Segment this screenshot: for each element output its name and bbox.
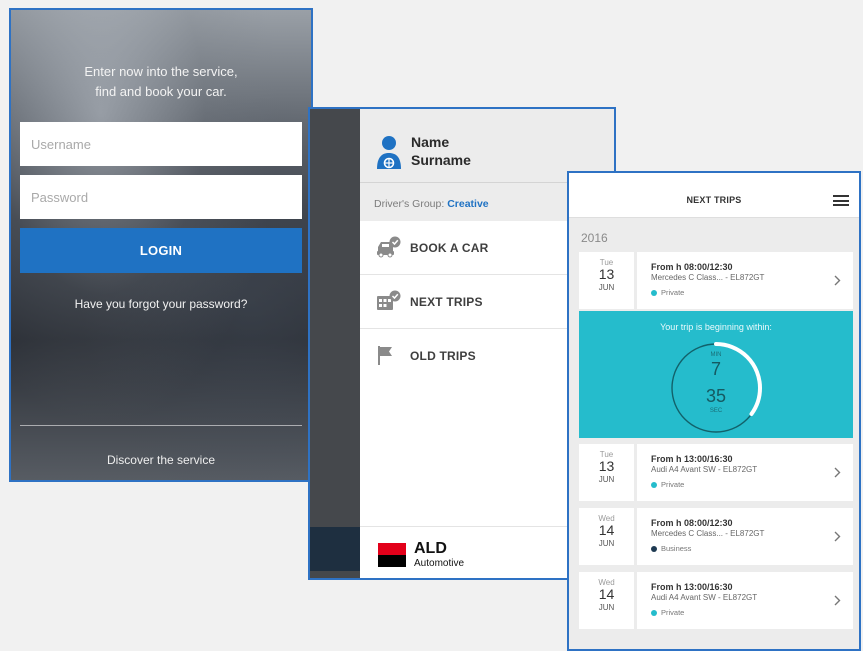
trip-row[interactable]: Tue 13 JUN From h 08:00/12:30 Mercedes C… (579, 252, 853, 309)
menu-item-label: OLD TRIPS (410, 349, 476, 363)
chevron-right-icon (834, 275, 841, 286)
menu-item-label: NEXT TRIPS (410, 295, 483, 309)
trip-day: 13 (598, 458, 615, 474)
forgot-password-link[interactable]: Have you forgot your password? (11, 297, 311, 311)
hamburger-menu-icon[interactable] (833, 195, 849, 206)
trip-type-label: Business (661, 544, 692, 553)
trip-info: From h 13:00/16:30 Audi A4 Avant SW - EL… (637, 444, 853, 501)
password-input[interactable] (20, 175, 302, 219)
trip-type: Private (651, 288, 684, 297)
login-intro-line-1: Enter now into the service, (84, 64, 238, 79)
trip-month: JUN (598, 283, 615, 292)
trip-info: From h 13:00/16:30 Audi A4 Avant SW - EL… (637, 572, 853, 629)
login-button[interactable]: LOGIN (20, 228, 302, 273)
ald-logo-black-band (378, 555, 406, 567)
trip-row[interactable]: Wed 14 JUN From h 08:00/12:30 Mercedes C… (579, 508, 853, 565)
discover-service-link[interactable]: Discover the service (11, 453, 311, 467)
calendar-check-icon (377, 290, 401, 310)
trip-type-label: Private (661, 480, 685, 489)
ald-logo-red-band (378, 543, 406, 555)
trip-time: From h 08:00/12:30 (651, 262, 733, 272)
chevron-right-icon (834, 531, 841, 542)
car-check-icon (377, 236, 401, 258)
ald-logo-icon (378, 543, 406, 567)
trip-date: Tue 13 JUN (579, 252, 634, 309)
menu-overlay-strip[interactable] (310, 109, 360, 578)
driver-group-label: Driver's Group: (374, 198, 445, 210)
trips-header: NEXT TRIPS (569, 173, 859, 218)
trip-row[interactable]: Wed 14 JUN From h 13:00/16:30 Audi A4 Av… (579, 572, 853, 629)
business-dot-icon (651, 546, 657, 553)
trip-row[interactable]: Tue 13 JUN From h 13:00/16:30 Audi A4 Av… (579, 444, 853, 501)
trip-car: Mercedes C Class... - EL872GT (651, 273, 765, 282)
menu-overlay-strip-footer (310, 527, 360, 571)
trip-day: 13 (598, 266, 615, 282)
trip-date: Wed 14 JUN (579, 508, 634, 565)
profile-name: Name Surname (411, 133, 471, 169)
trip-day: 14 (598, 586, 615, 602)
next-trips-screen: NEXT TRIPS 2016 Tue 13 JUN From h 08:00/… (567, 171, 861, 651)
trip-time: From h 13:00/16:30 (651, 454, 733, 464)
login-screen: Enter now into the service, find and boo… (9, 8, 313, 482)
login-intro-text: Enter now into the service, find and boo… (11, 62, 311, 102)
username-input[interactable] (20, 122, 302, 166)
chevron-right-icon (834, 467, 841, 478)
profile-last-name: Surname (411, 152, 471, 168)
private-dot-icon (651, 610, 657, 617)
trip-type: Private (651, 608, 684, 617)
trip-month: JUN (598, 539, 615, 548)
menu-item-label: BOOK A CAR (410, 241, 489, 255)
login-divider (20, 425, 302, 426)
login-intro-line-2: find and book your car. (95, 84, 227, 99)
trip-month: JUN (598, 603, 615, 612)
trip-type: Business (651, 544, 691, 553)
seconds-label: SEC (709, 408, 723, 414)
trip-car: Audi A4 Avant SW - EL872GT (651, 465, 758, 474)
trip-date: Wed 14 JUN (579, 572, 634, 629)
trip-time: From h 08:00/12:30 (651, 518, 733, 528)
trip-car: Mercedes C Class... - EL872GT (651, 529, 765, 538)
trip-info: From h 08:00/12:30 Mercedes C Class... -… (637, 252, 853, 309)
minutes-value: 7 (710, 359, 721, 379)
year-label: 2016 (581, 231, 608, 245)
seconds-value: 35 (705, 386, 727, 406)
driver-group-value: Creative (447, 198, 489, 210)
brand-name: ALD (414, 540, 447, 557)
private-dot-icon (651, 482, 657, 489)
driver-avatar-icon (377, 136, 401, 169)
flag-icon (378, 346, 392, 365)
trip-countdown: Your trip is beginning within: MIN 7 35 … (579, 311, 853, 438)
minutes-label: MIN (710, 352, 722, 358)
trip-time: From h 13:00/16:30 (651, 582, 733, 592)
trip-car: Audi A4 Avant SW - EL872GT (651, 593, 758, 602)
trip-date: Tue 13 JUN (579, 444, 634, 501)
brand-subtitle: Automotive (414, 558, 465, 569)
trip-day: 14 (598, 522, 615, 538)
driver-group: Driver's Group: Creative (374, 198, 489, 210)
page-title: NEXT TRIPS (686, 195, 742, 205)
private-dot-icon (651, 290, 657, 297)
chevron-right-icon (834, 595, 841, 606)
trip-month: JUN (598, 475, 615, 484)
countdown-title: Your trip is beginning within: (660, 322, 772, 332)
trip-type: Private (651, 480, 684, 489)
profile-first-name: Name (411, 134, 450, 150)
trip-info: From h 08:00/12:30 Mercedes C Class... -… (637, 508, 853, 565)
trip-type-label: Private (661, 288, 685, 297)
trip-type-label: Private (661, 608, 685, 617)
